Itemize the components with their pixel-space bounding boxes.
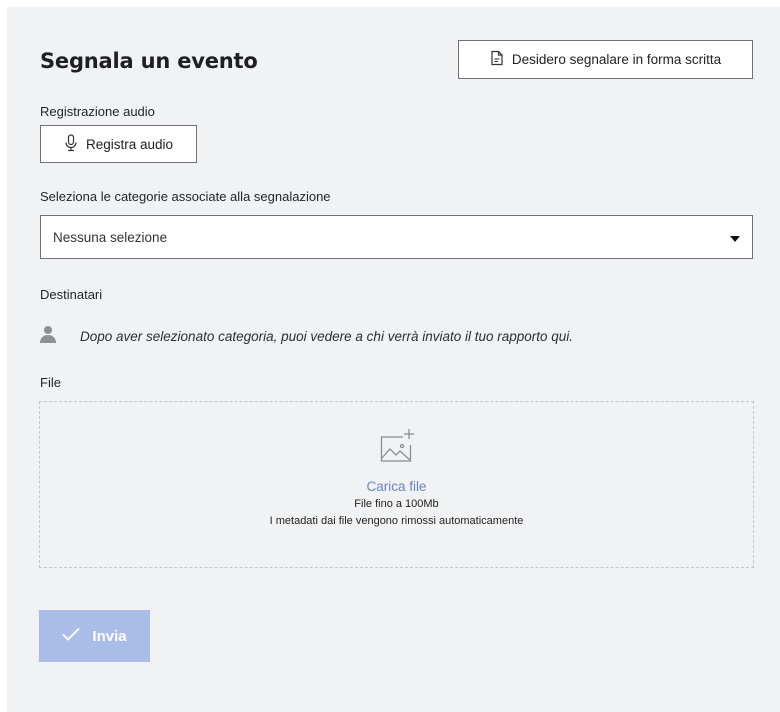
metadata-removal-note: I metadati dai file vengono rimossi auto… bbox=[269, 515, 524, 527]
categories-select[interactable]: Nessuna selezione bbox=[40, 215, 753, 259]
record-audio-label: Registra audio bbox=[85, 136, 174, 152]
submit-label: Invia bbox=[92, 627, 127, 645]
file-label: File bbox=[40, 375, 61, 390]
microphone-icon bbox=[64, 133, 78, 155]
image-add-icon bbox=[377, 427, 417, 472]
recipients-placeholder: Dopo aver selezionato categoria, puoi ve… bbox=[40, 325, 573, 348]
categories-label: Seleziona le categorie associate alla se… bbox=[40, 189, 331, 204]
page-title: Segnala un evento bbox=[40, 49, 258, 73]
upload-file-link[interactable]: Carica file bbox=[366, 479, 426, 494]
written-report-label: Desidero segnalare in forma scritta bbox=[511, 52, 722, 67]
record-audio-button[interactable]: Registra audio bbox=[40, 125, 197, 163]
upload-limit-note: File fino a 100Mb bbox=[354, 498, 439, 510]
caret-down-icon bbox=[730, 230, 740, 245]
categories-selected-value: Nessuna selezione bbox=[53, 229, 168, 245]
file-dropzone[interactable]: Carica file File fino a 100Mb I metadati… bbox=[39, 401, 754, 568]
recipients-hint: Dopo aver selezionato categoria, puoi ve… bbox=[80, 329, 574, 344]
user-icon bbox=[40, 325, 56, 348]
check-icon bbox=[62, 627, 81, 645]
submit-button[interactable]: Invia bbox=[39, 610, 150, 662]
document-icon bbox=[490, 50, 504, 69]
report-form-panel: Segnala un evento Desidero segnalare in … bbox=[7, 7, 780, 712]
recipients-label: Destinatari bbox=[40, 287, 103, 302]
audio-section-label: Registrazione audio bbox=[40, 104, 155, 119]
written-report-button[interactable]: Desidero segnalare in forma scritta bbox=[458, 40, 753, 79]
